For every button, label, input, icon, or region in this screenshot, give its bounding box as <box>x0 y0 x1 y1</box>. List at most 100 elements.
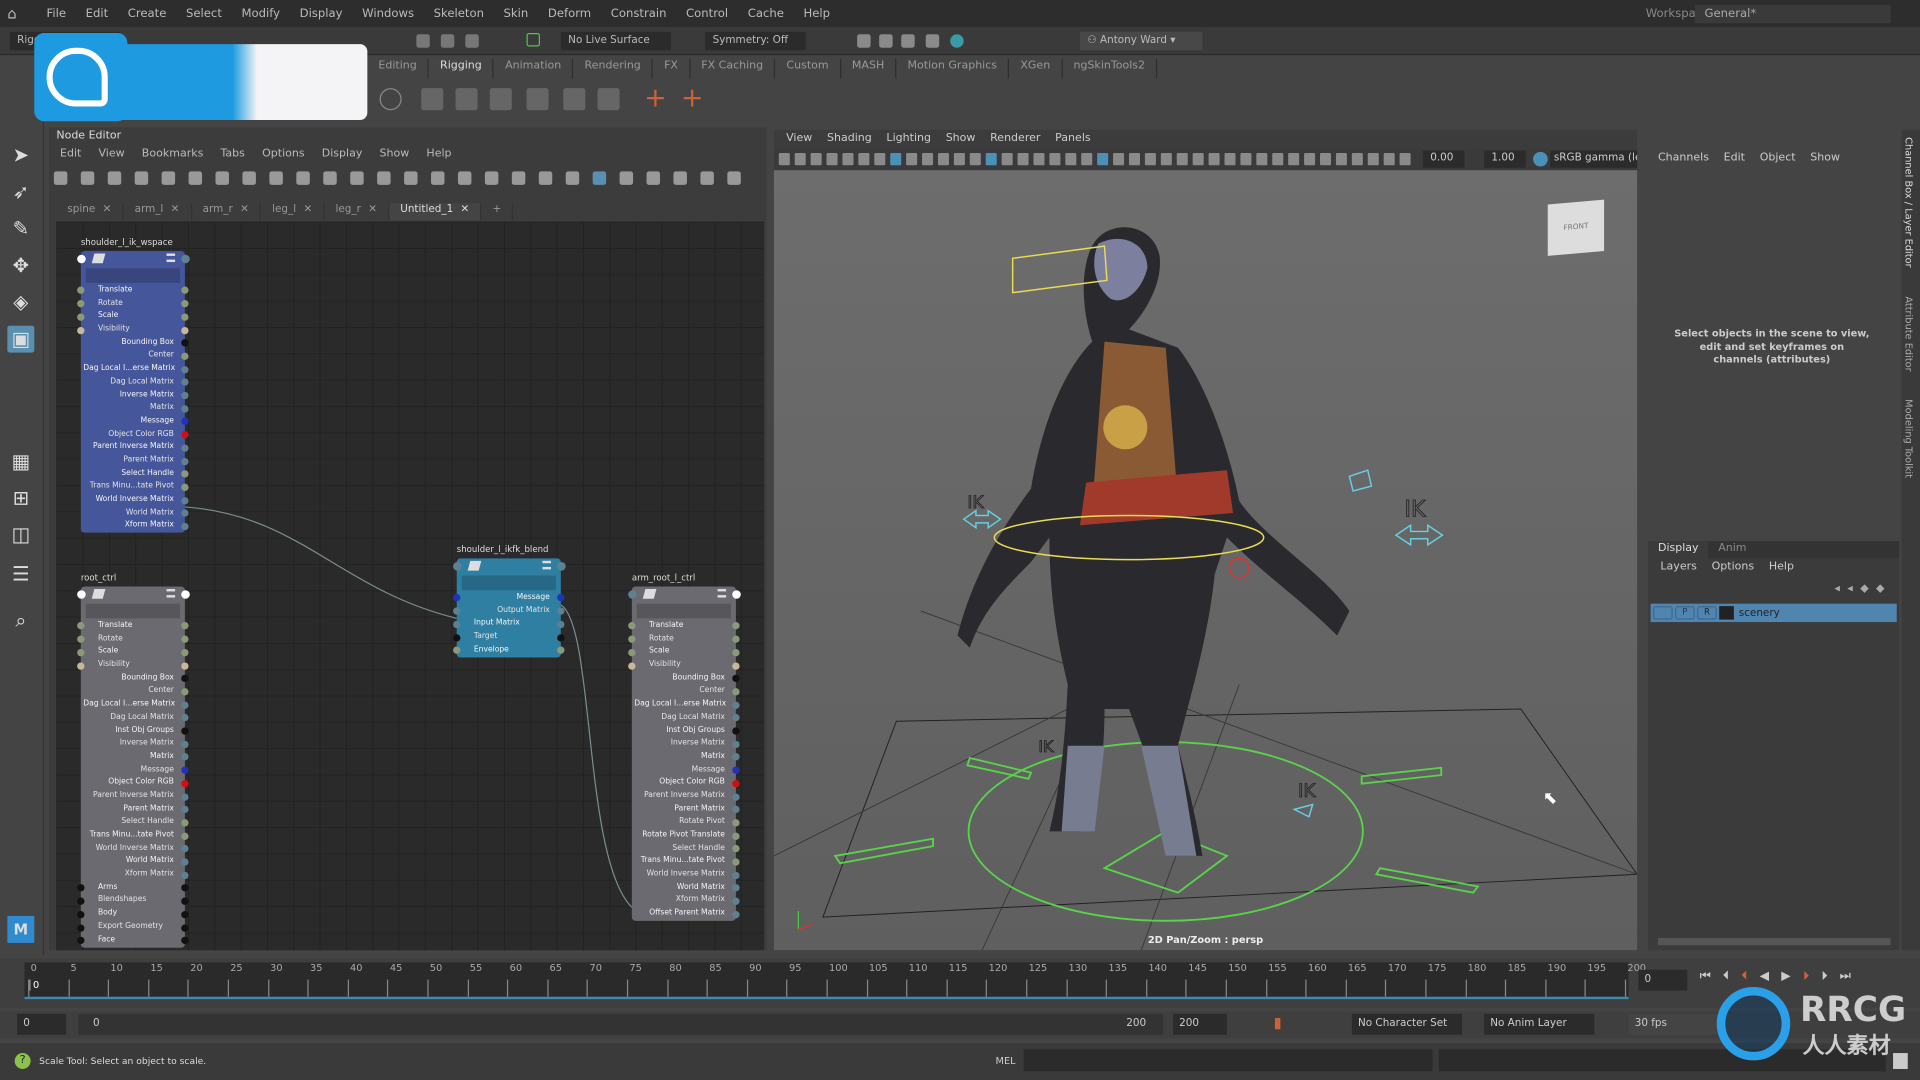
shelf-tab-ngskintools2[interactable]: ngSkinTools2 <box>1062 58 1158 79</box>
attribute-input-port[interactable] <box>453 620 461 628</box>
output-port[interactable] <box>557 562 566 571</box>
four-view-icon[interactable]: ⊞ <box>7 485 34 512</box>
node-attribute[interactable]: Dag Local I...erse Matrix <box>81 363 185 376</box>
shelf-tab-rigging[interactable]: Rigging <box>429 58 495 79</box>
menu-modify[interactable]: Modify <box>232 7 290 20</box>
attribute-output-port[interactable] <box>732 688 740 696</box>
viewport-tool-icon[interactable] <box>922 153 934 166</box>
node-attribute[interactable]: Scale <box>632 646 736 659</box>
scale-tool-icon[interactable]: ▣ <box>7 325 35 353</box>
node-search-field[interactable] <box>636 603 732 619</box>
viewport-tool-icon[interactable] <box>1160 153 1172 166</box>
node-attribute[interactable]: Export Geometry <box>81 921 185 934</box>
node-editor-tool-icon[interactable] <box>215 171 229 185</box>
viewport-tool-icon[interactable] <box>794 153 806 166</box>
time-slider-bar[interactable]: 0 0 5 10 15 20 25 30 35 40 45 50 55 60 65 70 75 80 85 90 95… <box>24 962 1646 1000</box>
node-attribute[interactable]: Scale <box>81 310 185 323</box>
viewport-tool-icon[interactable] <box>890 153 902 166</box>
attribute-output-port[interactable] <box>181 457 189 465</box>
node-attribute[interactable]: Face <box>81 934 185 947</box>
node-attribute[interactable]: Object Color RGB <box>81 428 185 441</box>
attribute-output-port[interactable] <box>181 792 189 801</box>
node-editor-tool-icon[interactable] <box>511 171 526 185</box>
attribute-input-port[interactable] <box>628 661 636 670</box>
attribute-output-port[interactable] <box>181 832 189 840</box>
new-layer-selected-icon[interactable]: ◆ <box>1876 583 1892 595</box>
node-editor-tool-icon[interactable] <box>565 171 580 185</box>
menu-skeleton[interactable]: Skeleton <box>424 7 494 20</box>
node-tab-arm-l[interactable]: arm_l ✕ <box>124 203 192 221</box>
home-icon[interactable]: ⌂ <box>7 5 16 22</box>
attribute-output-port[interactable] <box>181 688 189 696</box>
attribute-output-port[interactable] <box>181 365 189 373</box>
command-input[interactable] <box>1023 1049 1433 1072</box>
3d-viewport[interactable]: IK IK IK IK FRONT 2D Pan/Zoom : persp ⬉ <box>773 170 1638 951</box>
single-view-icon[interactable]: ▦ <box>7 448 34 475</box>
node-tab-untitled-1[interactable]: Untitled_1 ✕ <box>389 203 482 221</box>
node-attribute[interactable]: Bounding Box <box>632 672 736 685</box>
connection-outputmatrix-offsetparent[interactable] <box>560 604 633 908</box>
node-editor-tool-icon[interactable] <box>646 171 661 185</box>
tab-modeling-toolkit[interactable]: Modeling Toolkit <box>1903 399 1914 478</box>
start-time-field[interactable]: 0 <box>17 1013 67 1035</box>
node-attribute[interactable]: Parent Matrix <box>632 803 736 816</box>
node-attribute[interactable]: Matrix <box>81 750 185 763</box>
shelf-tab-fx[interactable]: FX <box>653 58 691 79</box>
node-attribute[interactable]: Parent Matrix <box>81 454 185 467</box>
node-attribute[interactable]: Body <box>81 908 185 921</box>
attribute-output-port[interactable] <box>181 313 189 321</box>
node-attribute[interactable]: Center <box>632 685 736 698</box>
node-attribute[interactable]: Trans Minu...tate Pivot <box>632 855 736 868</box>
layer-playback-toggle[interactable]: P <box>1675 606 1695 620</box>
menu-create[interactable]: Create <box>118 7 176 20</box>
node-attribute[interactable]: Object Color RGB <box>81 777 185 790</box>
node-attribute[interactable]: Target <box>457 631 561 644</box>
node-tab-arm-r[interactable]: arm_r ✕ <box>192 203 262 221</box>
node-attribute[interactable]: Trans Minu...tate Pivot <box>81 829 185 842</box>
viewport-tool-icon[interactable] <box>1192 153 1204 166</box>
viewport-menu-renderer[interactable]: Renderer <box>983 132 1048 144</box>
node-search-field[interactable] <box>461 575 556 591</box>
node-attribute[interactable]: Dag Local I...erse Matrix <box>632 698 736 711</box>
attribute-input-port[interactable] <box>77 661 85 670</box>
viewport-tool-icon[interactable] <box>778 153 790 166</box>
aim-constraint-icon[interactable] <box>563 88 586 111</box>
node-attribute[interactable]: Inst Obj Groups <box>81 724 185 737</box>
node-tab-leg-r[interactable]: leg_r ✕ <box>324 203 390 221</box>
input-port[interactable] <box>77 254 86 264</box>
node-attribute[interactable]: Visibility <box>81 659 185 672</box>
viewport-tool-icon[interactable] <box>1383 153 1395 166</box>
attribute-output-port[interactable] <box>732 740 740 748</box>
node-attribute[interactable]: World Matrix <box>81 507 185 520</box>
menu-windows[interactable]: Windows <box>352 7 424 20</box>
viewport-menu-panels[interactable]: Panels <box>1048 132 1098 144</box>
select-tool-icon[interactable]: ➤ <box>7 142 34 169</box>
node-attribute[interactable]: World Matrix <box>81 855 185 868</box>
viewport-menu-view[interactable]: View <box>779 132 820 144</box>
node-editor-tool-icon[interactable] <box>538 171 553 185</box>
node-attribute[interactable]: Parent Inverse Matrix <box>81 441 185 454</box>
attribute-output-port[interactable] <box>181 648 189 657</box>
node-tab-spine[interactable]: spine ✕ <box>56 203 124 221</box>
viewport-tool-icon[interactable] <box>1001 153 1013 166</box>
symmetry-dropdown[interactable]: Symmetry: Off <box>705 31 806 51</box>
attribute-output-port[interactable] <box>732 910 740 919</box>
node-attribute[interactable]: Visibility <box>632 659 736 672</box>
attribute-output-port[interactable] <box>181 871 189 879</box>
menu-cache[interactable]: Cache <box>738 7 794 20</box>
node-editor-tool-icon[interactable] <box>296 171 310 185</box>
end-time-field[interactable]: 200 <box>1173 1013 1227 1035</box>
attribute-input-port[interactable] <box>77 648 85 657</box>
node-editor-tool-icon[interactable] <box>377 171 391 185</box>
viewport-tool-icon[interactable] <box>953 153 965 166</box>
color-management-toggle[interactable] <box>1533 151 1548 167</box>
point-constraint-icon[interactable] <box>455 88 478 111</box>
exposure-field[interactable]: 0.00 <box>1422 150 1465 168</box>
close-tab-icon[interactable]: ✕ <box>461 203 470 220</box>
node-attribute[interactable]: Center <box>81 685 185 698</box>
node-attribute[interactable]: Translate <box>81 284 185 297</box>
node-attribute[interactable]: Matrix <box>632 750 736 763</box>
attribute-output-port[interactable] <box>732 701 740 709</box>
parent-constraint-icon[interactable] <box>421 88 444 111</box>
shelf-tab-motion-graphics[interactable]: Motion Graphics <box>896 58 1010 79</box>
